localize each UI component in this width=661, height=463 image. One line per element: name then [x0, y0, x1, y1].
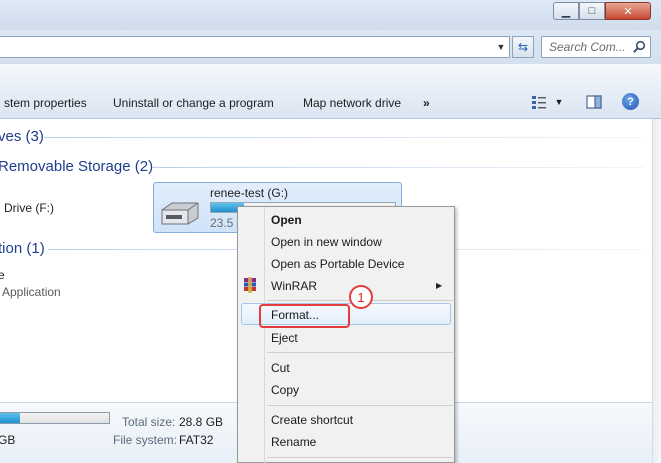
- menu-item-copy[interactable]: Copy: [271, 383, 299, 397]
- map-network-drive-button[interactable]: Map network drive: [303, 96, 401, 110]
- refresh-icon: ⇆: [517, 40, 529, 54]
- step-number-badge: 1: [349, 285, 373, 309]
- change-view-icon[interactable]: [530, 93, 548, 111]
- menu-separator: [267, 405, 453, 406]
- search-icon[interactable]: [632, 40, 646, 54]
- drive-f-item[interactable]: Drive (F:): [4, 201, 54, 215]
- menu-item-cut[interactable]: Cut: [271, 361, 290, 375]
- menu-item-open[interactable]: Open: [271, 213, 302, 227]
- submenu-arrow-icon: ▶: [436, 281, 443, 290]
- menu-icon-gutter: [264, 207, 265, 463]
- other-item-type: Application: [2, 285, 61, 299]
- uninstall-program-button[interactable]: Uninstall or change a program: [113, 96, 274, 110]
- minimize-icon: ▁: [561, 5, 571, 18]
- winrar-icon: [244, 277, 256, 293]
- format-callout-box: [259, 304, 350, 328]
- maximize-button[interactable]: □: [579, 2, 605, 20]
- details-capacity-bar: [0, 412, 110, 424]
- group-header-removable-storage[interactable]: Removable Storage (2): [0, 158, 153, 175]
- maximize-icon: □: [588, 5, 596, 17]
- group-divider: [152, 167, 644, 168]
- menu-item-create-shortcut[interactable]: Create shortcut: [271, 413, 353, 427]
- menu-item-eject[interactable]: Eject: [271, 331, 298, 345]
- close-button[interactable]: ✕: [605, 2, 651, 20]
- file-system-value: FAT32: [179, 433, 214, 447]
- menu-item-open-portable-device[interactable]: Open as Portable Device: [271, 257, 404, 271]
- total-size-label: Total size:: [122, 415, 176, 429]
- command-bar: [0, 64, 661, 119]
- details-capacity-fill: [0, 413, 20, 423]
- menu-separator: [267, 457, 453, 458]
- usb-drive-icon: [161, 202, 199, 225]
- details-size-value: GB: [0, 433, 16, 447]
- refresh-button[interactable]: ⇆: [512, 36, 534, 58]
- search-box[interactable]: [541, 36, 651, 58]
- file-system-label: File system:: [113, 433, 178, 447]
- total-size-value: 28.8 GB: [179, 415, 224, 429]
- help-icon[interactable]: ?: [622, 93, 639, 110]
- minimize-button[interactable]: ▁: [553, 2, 579, 20]
- address-history-chevron-down-icon[interactable]: ▼: [494, 40, 508, 54]
- group-divider: [44, 137, 644, 138]
- vertical-scrollbar[interactable]: [652, 119, 661, 463]
- other-item-label[interactable]: e: [0, 268, 5, 282]
- menu-item-rename[interactable]: Rename: [271, 435, 316, 449]
- group-header-other[interactable]: tion (1): [0, 240, 45, 257]
- menu-separator: [267, 352, 453, 353]
- menu-item-winrar[interactable]: WinRAR: [271, 279, 317, 293]
- more-commands-button[interactable]: »: [423, 96, 430, 110]
- system-properties-button[interactable]: stem properties: [4, 96, 87, 110]
- view-options-chevron-down-icon[interactable]: ▼: [553, 96, 565, 108]
- close-icon: ✕: [623, 5, 633, 18]
- drive-name-label: renee-test (G:): [210, 186, 289, 200]
- menu-item-open-new-window[interactable]: Open in new window: [271, 235, 382, 249]
- preview-pane-icon[interactable]: [585, 93, 603, 111]
- group-header-hard-drives[interactable]: ves (3): [0, 128, 44, 145]
- search-input[interactable]: [542, 37, 637, 57]
- address-field[interactable]: [0, 36, 510, 58]
